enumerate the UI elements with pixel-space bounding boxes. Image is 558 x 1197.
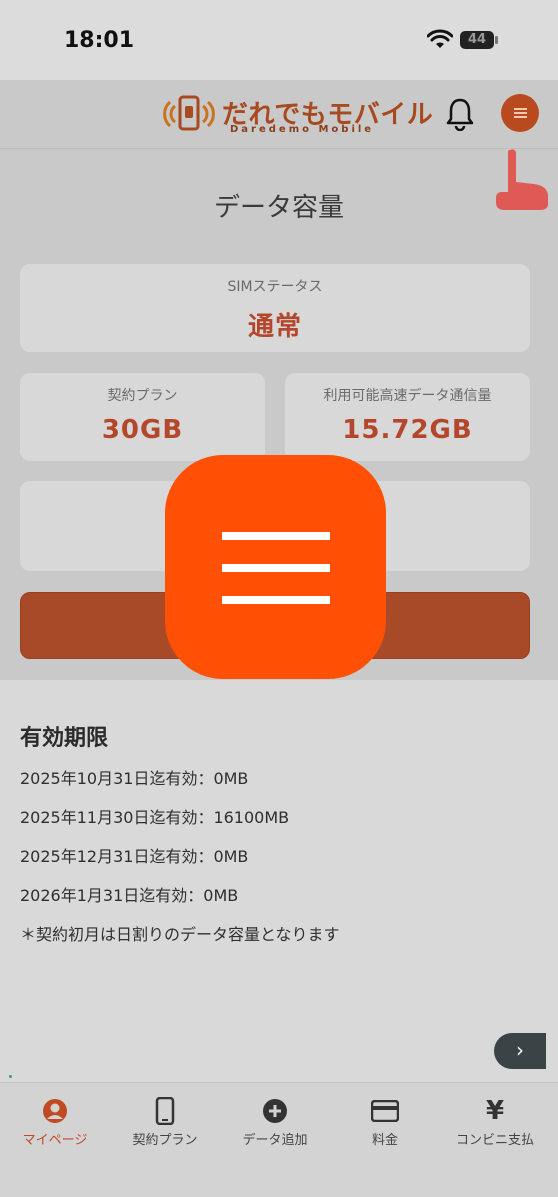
menu-line [514,112,527,114]
pointing-hand-icon [496,149,548,210]
expiry-note: ＊契約初月は日割りのデータ容量となります [20,925,340,944]
expiry-section: 有効期限 2025年10月31日迄有効：0MB 2025年11月30日迄有効：1… [20,720,540,946]
status-time: 18:01 [64,28,135,53]
tab-convenience-payment[interactable]: ¥ コンビニ支払 [440,1096,550,1148]
tab-label: マイページ [22,1133,88,1148]
sim-status-label: SIMステータス [227,279,323,295]
expiry-row: 2025年10月31日迄有効：0MB [20,769,249,788]
expiry-row: 2025年12月31日迄有効：0MB [20,847,249,866]
page-title: データ容量 [213,193,344,223]
phone-signal-logo-icon [163,95,215,131]
chevron-right-icon: › [516,1038,524,1062]
tab-label: データ追加 [242,1133,308,1148]
menu-overlay-line [222,532,330,540]
plan-card: 契約プラン 30GB [20,373,265,461]
battery-tip [495,36,498,44]
yen-icon: ¥ [485,1096,505,1126]
tab-label: 契約プラン [132,1133,198,1148]
menu-overlay-line [222,564,330,572]
side-arrow-button[interactable]: › [494,1033,546,1069]
credit-card-icon [371,1100,399,1122]
tab-label: 料金 [371,1133,398,1148]
tab-fees[interactable]: 料金 [330,1097,440,1148]
remaining-data-value: 15.72GB [342,415,473,445]
tab-plan[interactable]: 契約プラン [110,1097,220,1148]
logo-subtext: Daredemo Mobile [230,124,375,135]
bell-icon[interactable] [444,97,476,131]
sim-status-card: SIMステータス 通常 [20,264,530,352]
remaining-data-label: 利用可能高速データ通信量 [323,388,492,404]
plan-value: 30GB [101,415,184,445]
remaining-data-card: 利用可能高速データ通信量 15.72GB [285,373,530,461]
sim-status-value: 通常 [247,312,302,342]
expiry-row: 2026年1月31日迄有効：0MB [20,886,239,905]
phone-icon [155,1097,175,1125]
wifi-icon [427,29,453,48]
battery-icon: 44 [460,31,494,49]
battery-level: 44 [467,32,487,47]
plan-label: 契約プラン [107,388,178,404]
menu-line [514,116,527,118]
tab-add-data[interactable]: データ追加 [220,1097,330,1148]
menu-line [514,108,527,110]
status-bar: 18:01 44 [0,0,558,80]
menu-button[interactable] [501,94,539,132]
expiry-row: 2025年11月30日迄有効：16100MB [20,808,290,827]
menu-overlay-line [222,596,330,604]
indicator-dot [9,1075,12,1078]
app-header: だれでもモバイル Daredemo Mobile [0,80,558,149]
user-icon [43,1099,67,1123]
expiry-title: 有効期限 [20,726,109,751]
plus-circle-icon [263,1099,287,1123]
tab-label: コンビニ支払 [455,1133,534,1148]
tab-mypage[interactable]: マイページ [0,1097,110,1148]
bottom-tab-bar: マイページ 契約プラン データ追加 料金 ¥ コンビニ支払 [0,1082,558,1197]
menu-overlay-icon[interactable] [165,455,386,679]
